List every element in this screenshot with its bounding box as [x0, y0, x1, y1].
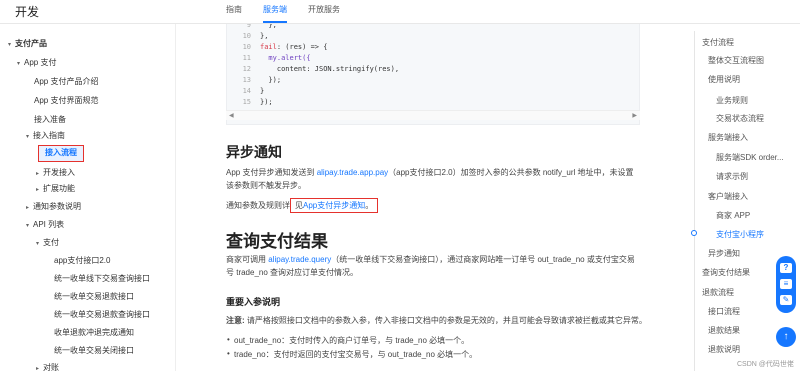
toc-item[interactable]: 整体交互流程图: [708, 55, 764, 66]
code-line: 13 });: [242, 76, 282, 84]
tab-server[interactable]: 服务端: [263, 0, 287, 24]
list-item: trade_no：支付时返回的支付宝交易号，与 out_trade_no 必填一…: [227, 349, 477, 360]
sidebar-item-refund-query[interactable]: 统一收单交易退款查询接口: [54, 308, 150, 322]
sidebar-item-trade-close[interactable]: 统一收单交易关闭接口: [54, 344, 134, 358]
code-line: 11 my.alert({: [242, 54, 311, 62]
sidebar-item-api-list[interactable]: ▾ API 列表: [26, 218, 64, 232]
sidebar-item-app-intro[interactable]: App 支付产品介绍: [34, 75, 98, 89]
caret-right-icon: ▸: [36, 187, 40, 193]
doc-content: 9 }, 10}, 10 fail: (res) => { 11 my.alert…: [176, 24, 686, 371]
toc-item[interactable]: 商家 APP: [716, 210, 750, 221]
tab-open-service[interactable]: 开放服务: [308, 0, 340, 24]
toc-item[interactable]: 退款说明: [708, 344, 740, 355]
link-alipay-trade-app-pay[interactable]: alipay.trade.app.pay: [317, 168, 388, 177]
toc-item[interactable]: 查询支付结果: [702, 267, 750, 278]
code-line: 12 content: JSON.stringify(res),: [242, 65, 400, 73]
code-line: 15});: [242, 98, 273, 106]
code-line: 10 fail: (res) => {: [242, 43, 328, 51]
caret-down-icon: ▾: [26, 134, 30, 140]
caret-right-icon: ▸: [36, 171, 40, 177]
toc-item[interactable]: 业务规则: [716, 95, 748, 106]
sidebar-item-refund[interactable]: 统一收单交易退款接口: [54, 290, 134, 304]
sidebar: ▾ 支付产品 ▾ App 支付 App 支付产品介绍 App 支付界面规范 接入准备…: [0, 24, 176, 371]
highlight-box: 见App支付异步通知。: [290, 198, 379, 213]
brand-title: 开发: [15, 5, 40, 19]
async-rule-paragraph: 通知参数及规则详 见App支付异步通知。: [226, 198, 640, 213]
query-paragraph: 商家可调用 alipay.trade.query（统一收单线下交易查询接口），通…: [226, 255, 635, 277]
toc-item[interactable]: 退款流程: [702, 287, 734, 298]
watermark: CSDN @代码世佬: [737, 361, 794, 368]
table-of-contents: 支付流程 整体交互流程图 使用说明 业务规则 交易状态流程 服务端接入 服务端S…: [686, 24, 800, 371]
heading-query-result: 查询支付结果: [226, 232, 328, 251]
toc-item[interactable]: 退款结果: [708, 325, 740, 336]
top-bar: 开发 指南 服务端 开放服务: [0, 0, 800, 24]
toc-item[interactable]: 支付流程: [702, 37, 734, 48]
toc-item[interactable]: 异步通知: [708, 248, 740, 259]
toc-item[interactable]: 接口流程: [708, 306, 740, 317]
chat-icon[interactable]: ≡: [780, 279, 792, 289]
toc-active-dot-icon: [691, 230, 697, 236]
toc-item[interactable]: 使用说明: [708, 74, 740, 85]
toc-item[interactable]: 请求示例: [716, 171, 748, 182]
async-paragraph: App 支付异步通知发送到 alipay.trade.app.pay（app支付…: [226, 168, 634, 190]
sidebar-item-prepare[interactable]: 接入准备: [34, 113, 66, 127]
toc-item[interactable]: 服务端SDK order...: [716, 152, 784, 163]
caret-down-icon: ▾: [17, 61, 21, 67]
sidebar-item-notify-params[interactable]: ▸ 通知参数说明: [26, 200, 81, 214]
list-item: out_trade_no：支付时传入的商户订单号，与 trade_no 必填一个…: [227, 335, 469, 346]
sidebar-item-pay[interactable]: ▾ 支付: [36, 236, 59, 250]
scroll-left-icon[interactable]: ◀: [229, 112, 234, 119]
caret-right-icon: ▸: [26, 205, 30, 211]
caret-down-icon: ▾: [36, 241, 40, 247]
toc-rail: [694, 31, 695, 371]
sidebar-item-dev-access[interactable]: ▸ 开发接入: [36, 166, 75, 180]
toc-item-active[interactable]: 支付宝小程序: [716, 229, 764, 240]
feedback-icon[interactable]: ✎: [780, 295, 792, 305]
sidebar-item-access-flow[interactable]: 接入流程: [38, 145, 84, 162]
code-horizontal-scrollbar[interactable]: ◀ ▶: [226, 110, 640, 120]
code-line: 14}: [242, 87, 265, 95]
tab-guide[interactable]: 指南: [226, 0, 242, 24]
sidebar-item-guide[interactable]: ▾ 接入指南: [26, 129, 65, 143]
floating-toolbar: ? ≡ ✎: [776, 256, 796, 313]
code-line: 10},: [242, 32, 269, 40]
sidebar-item-trade-query[interactable]: 统一收单线下交易查询接口: [54, 272, 150, 286]
link-app-async-notify[interactable]: App支付异步通知: [303, 201, 365, 210]
sidebar-item-extensions[interactable]: ▸ 扩展功能: [36, 182, 75, 196]
caret-down-icon: ▾: [8, 42, 12, 48]
top-nav: 指南 服务端 开放服务: [226, 0, 361, 24]
back-to-top-icon[interactable]: ↑: [776, 327, 796, 347]
caret-right-icon: ▸: [36, 366, 40, 371]
heading-async-notify: 异步通知: [226, 144, 282, 160]
toc-item[interactable]: 服务端接入: [708, 132, 748, 143]
toc-item[interactable]: 交易状态流程: [716, 113, 764, 124]
heading-important-params: 重要入参说明: [226, 297, 281, 307]
help-icon[interactable]: ?: [780, 263, 792, 273]
code-line: 9 },: [246, 24, 277, 29]
link-alipay-trade-query[interactable]: alipay.trade.query: [268, 255, 331, 264]
scroll-right-icon[interactable]: ▶: [632, 112, 637, 119]
sidebar-item-payment-products[interactable]: ▾ 支付产品: [8, 37, 47, 51]
note-paragraph: 注意: 请严格按照接口文档中的参数入参，传入非接口文档中的参数是无效的，并且可能…: [226, 316, 647, 325]
sidebar-item-refund-notify[interactable]: 收单退款冲退完成通知: [54, 326, 134, 340]
sidebar-item-reconcile[interactable]: ▸ 对账: [36, 361, 59, 371]
sidebar-item-app-ui-spec[interactable]: App 支付界面规范: [34, 94, 98, 108]
caret-down-icon: ▾: [26, 223, 30, 229]
toc-item[interactable]: 客户端接入: [708, 191, 748, 202]
sidebar-item-app-pay[interactable]: ▾ App 支付: [17, 56, 56, 70]
sidebar-item-app-pay-api[interactable]: app支付接口2.0: [54, 254, 110, 268]
